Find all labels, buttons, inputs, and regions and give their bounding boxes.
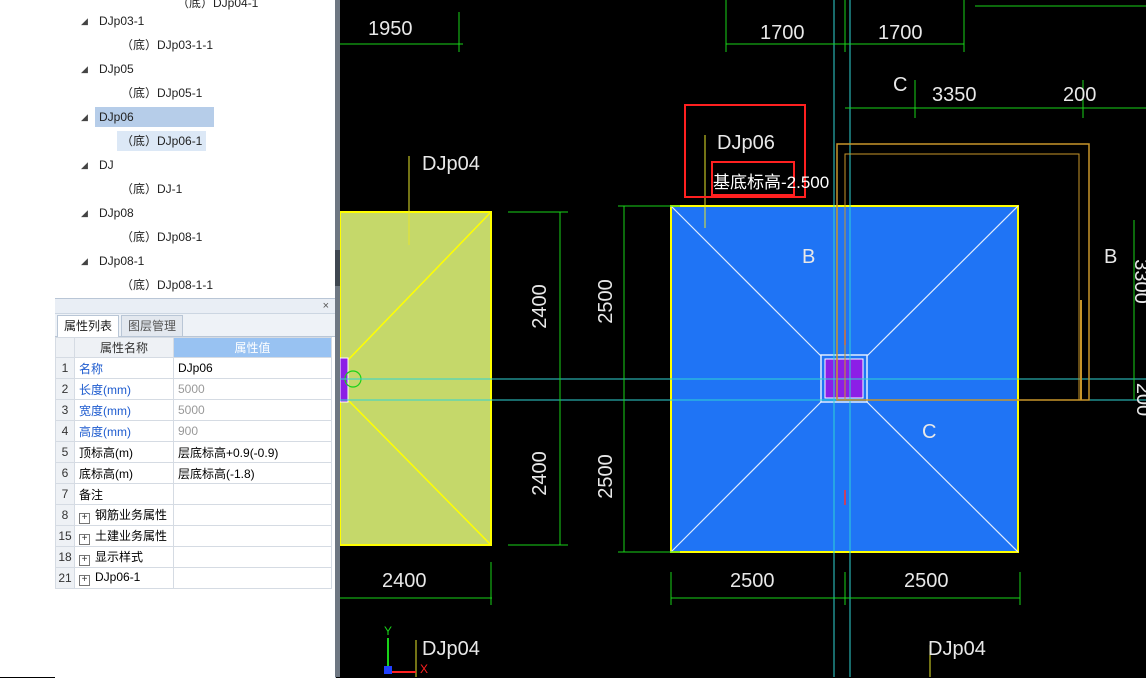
dim-2500-b: 2500	[594, 454, 617, 499]
collapse-arrow-icon[interactable]: ◢	[81, 203, 88, 223]
expand-plus-icon[interactable]: +	[79, 555, 90, 566]
collapse-arrow-icon[interactable]: ◢	[81, 155, 88, 175]
row-number-header	[55, 337, 75, 358]
label-b-right: B	[1104, 246, 1118, 268]
tree-item[interactable]: （底）DJp08-1-1	[117, 275, 217, 295]
dim-2500-d: 2500	[904, 570, 949, 592]
label-c-mid: C	[922, 421, 937, 443]
dim-1700-a: 1700	[760, 22, 805, 44]
table-row[interactable]: 5 顶标高(m) 层底标高+0.9(-0.9)	[55, 441, 332, 463]
dim-3350: 3350	[932, 84, 977, 106]
panel-header: ×	[55, 299, 335, 314]
grid-header-row: 属性名称 属性值	[55, 337, 332, 358]
tree-node-djp05[interactable]: ◢ DJp05	[81, 59, 138, 79]
expand-plus-icon[interactable]: +	[79, 534, 90, 545]
dim-200-a: 200	[1063, 84, 1097, 106]
tree-item[interactable]: （底）DJp04-1	[173, 0, 262, 13]
dim-200-b: 200	[1132, 382, 1146, 417]
tab-layer-management[interactable]: 图层管理	[121, 315, 184, 336]
header-property-name: 属性名称	[74, 337, 174, 358]
tree-node-dj[interactable]: ◢ DJ	[81, 155, 118, 175]
tree-item[interactable]: （底）DJp05-1	[117, 83, 206, 103]
dim-2400-a: 2400	[528, 284, 551, 329]
collapse-arrow-icon[interactable]: ◢	[81, 107, 88, 127]
label-djp04-bottom-left: DJp04	[422, 638, 480, 660]
properties-panel: × 属性列表 图层管理 属性名称 属性值 1 名称 DJp06 2 长度(mm) 500…	[55, 298, 336, 678]
dim-2500-a: 2500	[594, 279, 617, 324]
cad-canvas[interactable]: 1950 1700 1700 C 3350 200 DJp04 DJp06 基底…	[340, 0, 1146, 677]
tree-item[interactable]: （底）DJp03-1-1	[117, 35, 217, 55]
collapse-arrow-icon[interactable]: ◢	[81, 11, 88, 31]
panel-tabs: 属性列表 图层管理	[55, 314, 335, 337]
table-row-group[interactable]: 18 + 显示样式	[55, 546, 332, 568]
table-row[interactable]: 6 底标高(m) 层底标高(-1.8)	[55, 462, 332, 484]
collapse-arrow-icon[interactable]: ◢	[81, 251, 88, 271]
table-row-group[interactable]: 8 + 钢筋业务属性	[55, 504, 332, 526]
tree-item[interactable]: （底）DJp08-1	[117, 227, 206, 247]
left-strip	[0, 0, 56, 677]
collapse-arrow-icon[interactable]: ◢	[81, 59, 88, 79]
label-djp04-bottom-right: DJp04	[928, 638, 986, 660]
dim-1950: 1950	[368, 18, 413, 40]
table-row-group[interactable]: 21 + DJp06-1	[55, 567, 332, 589]
tree-node-djp08-1[interactable]: ◢ DJp08-1	[81, 251, 148, 271]
property-grid: 属性名称 属性值 1 名称 DJp06 2 长度(mm) 5000 3 宽度(mm) 500…	[55, 337, 332, 589]
table-row[interactable]: 1 名称 DJp06	[55, 357, 332, 379]
axis-y-label: Y	[384, 624, 393, 638]
tree-item[interactable]: （底）DJ-1	[117, 179, 186, 199]
component-tree[interactable]: （底）DJp04-1 ◢ DJp03-1 （底）DJp03-1-1 ◢ DJp05 …	[55, 0, 336, 298]
dim-1700-b: 1700	[878, 22, 923, 44]
table-row-group[interactable]: 15 + 土建业务属性	[55, 525, 332, 547]
table-row[interactable]: 2 长度(mm) 5000	[55, 378, 332, 400]
close-icon[interactable]: ×	[323, 299, 329, 313]
axis-indicator	[384, 638, 416, 674]
expand-plus-icon[interactable]: +	[79, 575, 90, 586]
tree-node-djp06[interactable]: ◢ DJp06	[81, 107, 214, 127]
table-row[interactable]: 7 备注	[55, 483, 332, 505]
table-row[interactable]: 4 高度(mm) 900	[55, 420, 332, 442]
label-djp04-top: DJp04	[422, 153, 480, 175]
label-c-top: C	[893, 74, 908, 96]
dim-3300: 3300	[1129, 259, 1146, 304]
label-b-left: B	[802, 246, 816, 268]
table-row[interactable]: 3 宽度(mm) 5000	[55, 399, 332, 421]
axis-x-label: X	[420, 662, 429, 676]
dim-2400-c: 2400	[382, 570, 427, 592]
tree-node-djp08[interactable]: ◢ DJp08	[81, 203, 138, 223]
dim-2400-b: 2400	[528, 451, 551, 496]
tab-property-list[interactable]: 属性列表	[57, 315, 120, 337]
header-property-value: 属性值	[173, 337, 332, 358]
label-elevation: 基底标高-2.500	[713, 173, 830, 192]
label-djp06: DJp06	[717, 132, 775, 154]
tree-node-djp03-1[interactable]: ◢ DJp03-1	[81, 11, 148, 31]
tree-item-selected[interactable]: （底）DJp06-1	[117, 131, 207, 151]
expand-plus-icon[interactable]: +	[79, 513, 90, 524]
dim-2500-c: 2500	[730, 570, 775, 592]
